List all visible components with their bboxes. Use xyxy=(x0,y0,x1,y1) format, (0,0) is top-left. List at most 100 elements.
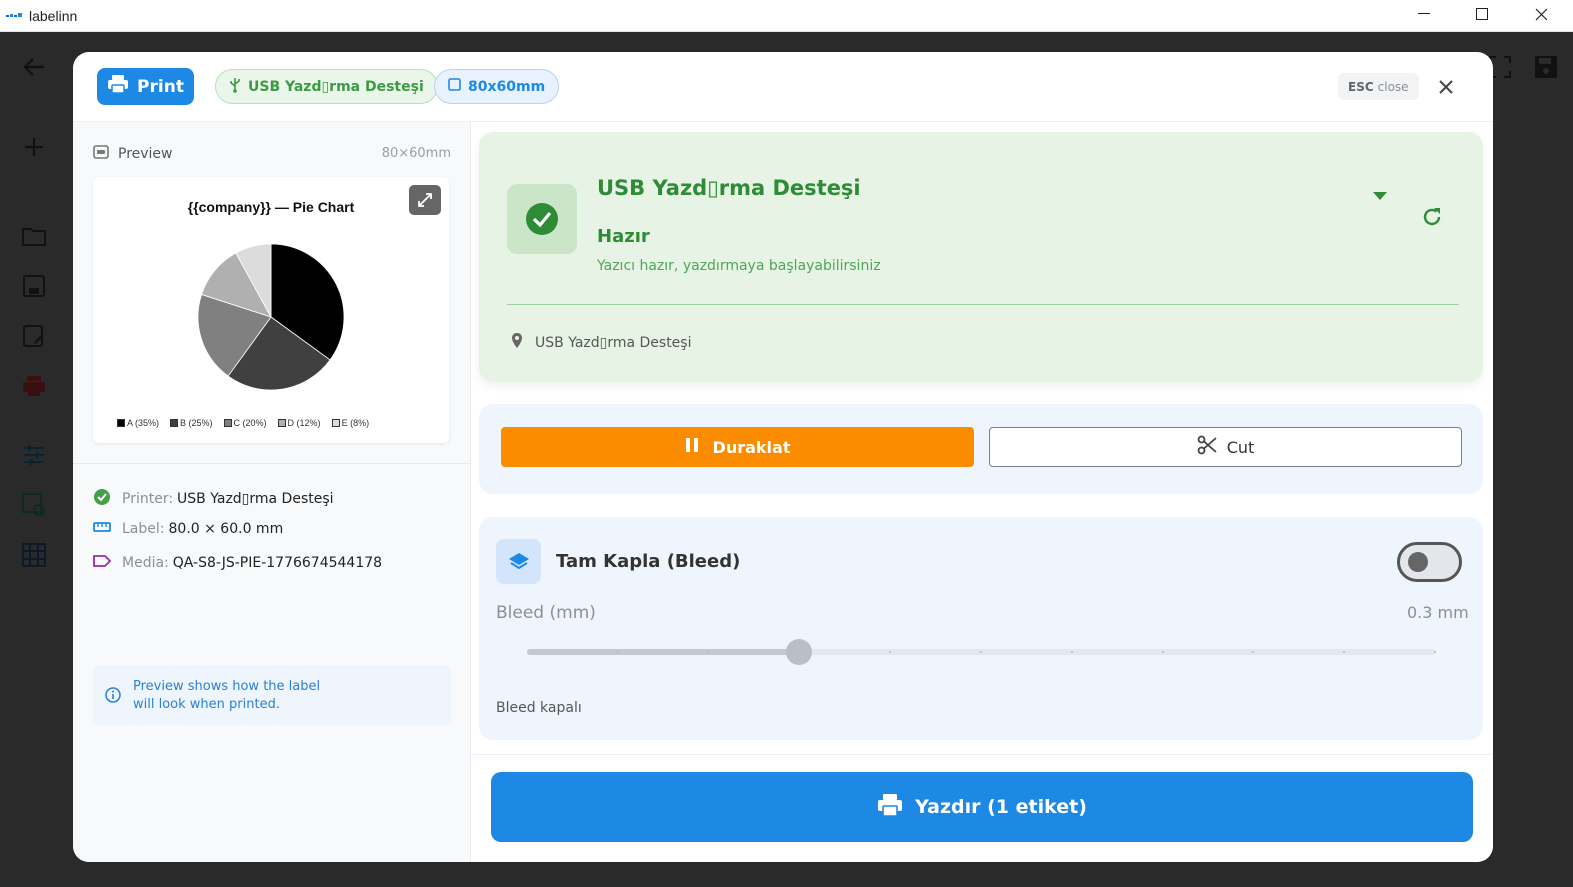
legend-label: C (20%) xyxy=(233,418,267,428)
esc-hint-text: close xyxy=(1377,79,1409,94)
location-pin-icon xyxy=(511,332,523,353)
printer-nav-icon[interactable] xyxy=(19,371,49,401)
slider-tick xyxy=(1343,651,1346,653)
bleed-slider-fill xyxy=(527,649,800,655)
bleed-slider[interactable] xyxy=(527,639,1436,665)
check-circle-icon xyxy=(526,203,558,235)
status-location-text: USB Yazd▯rma Desteşi xyxy=(535,334,692,351)
status-state: Hazır xyxy=(597,226,650,247)
slider-tick xyxy=(1252,651,1255,653)
legend-label: B (25%) xyxy=(180,418,213,428)
status-description: Yazıcı hazır, yazdırmaya başlayabilirsin… xyxy=(597,258,881,274)
printer-icon xyxy=(877,793,903,822)
left-divider xyxy=(73,463,471,464)
legend-item: C (20%) xyxy=(223,418,267,428)
slider-tick xyxy=(889,651,892,653)
preview-tip-line2: will look when printed. xyxy=(133,697,280,712)
slider-tick xyxy=(1070,651,1073,653)
legend-label: D (12%) xyxy=(287,418,321,428)
legend-swatch xyxy=(117,419,125,427)
save-icon[interactable] xyxy=(19,271,49,301)
bleed-title: Tam Kapla (Bleed) xyxy=(556,551,741,572)
print-submit-button[interactable]: Yazdır (1 etiket) xyxy=(491,772,1473,842)
info-media: Media: QA-S8-JS-PIE-1776674544178 xyxy=(93,555,382,571)
esc-key: ESC xyxy=(1348,79,1374,94)
expand-preview-button[interactable] xyxy=(409,185,441,215)
tag-icon xyxy=(93,555,112,571)
label-preview: {{company}} — Pie Chart A (35%) B (25%) … xyxy=(93,177,449,443)
preview-label: Preview xyxy=(118,145,173,162)
dropdown-caret-icon[interactable] xyxy=(1373,185,1387,204)
data-source-icon[interactable] xyxy=(19,490,49,520)
print-divider xyxy=(471,754,1493,755)
maximize-button[interactable] xyxy=(1459,0,1505,28)
ruler-icon xyxy=(93,521,111,537)
legend-label: A (35%) xyxy=(127,418,160,428)
check-circle-icon xyxy=(93,488,111,510)
save-top-icon[interactable] xyxy=(1531,52,1561,82)
legend-swatch xyxy=(170,419,179,427)
info-label-key: Label: xyxy=(122,521,165,537)
preview-header: Preview 80×60mm xyxy=(93,144,451,163)
info-printer: Printer: USB Yazd▯rma Desteşi xyxy=(93,488,334,510)
scissors-icon xyxy=(1197,435,1217,459)
legend-item: D (12%) xyxy=(277,418,321,428)
cut-button[interactable]: Cut xyxy=(989,427,1462,467)
window-title: labelinn xyxy=(29,7,78,24)
save-as-icon[interactable] xyxy=(19,321,49,351)
legend-label: E (8%) xyxy=(341,418,370,428)
refresh-icon[interactable] xyxy=(1421,206,1443,232)
print-dialog: Print USB Yazd▯rma Desteşi 80x60mm ESC c… xyxy=(73,52,1493,862)
printer-status-card[interactable]: USB Yazd▯rma Desteşi Hazır Yazıcı hazır,… xyxy=(479,132,1483,382)
preview-tip: Preview shows how the label will look wh… xyxy=(93,665,451,725)
app-logo-icon xyxy=(6,11,22,21)
slider-tick xyxy=(980,651,982,653)
printer-chip-label: USB Yazd▯rma Desteşi xyxy=(248,78,424,95)
cut-label: Cut xyxy=(1226,437,1255,457)
pie-chart-svg xyxy=(197,243,345,391)
preview-size: 80×60mm xyxy=(381,146,451,161)
folder-icon[interactable] xyxy=(19,221,49,251)
pause-button[interactable]: Duraklat xyxy=(501,427,974,467)
printer-actions: Duraklat Cut xyxy=(479,404,1483,494)
bleed-toggle[interactable] xyxy=(1397,542,1462,582)
printer-chip[interactable]: USB Yazd▯rma Desteşi xyxy=(215,69,438,104)
chart-legend: A (35%) B (25%) C (20%) D (12%) E (8%) xyxy=(117,418,369,428)
bleed-status: Bleed kapalı xyxy=(496,700,582,716)
expand-icon xyxy=(418,193,432,207)
pie-chart xyxy=(196,242,346,392)
bleed-value: 0.3 mm xyxy=(1407,603,1469,622)
esc-hint: ESC close xyxy=(1338,73,1419,100)
status-location: USB Yazd▯rma Desteşi xyxy=(511,332,691,353)
minimize-button[interactable] xyxy=(1401,0,1447,28)
print-submit-label: Yazdır (1 etiket) xyxy=(915,796,1087,818)
window-close-button[interactable] xyxy=(1518,0,1564,28)
info-printer-key: Printer: xyxy=(122,491,174,507)
slider-tick xyxy=(707,651,710,653)
chart-title: {{company}} — Pie Chart xyxy=(187,199,355,215)
legend-swatch xyxy=(277,419,286,427)
grid-icon[interactable] xyxy=(19,540,49,570)
status-icon-box xyxy=(507,184,577,254)
preview-tip-line1: Preview shows how the label xyxy=(133,679,321,694)
usb-icon xyxy=(229,77,241,97)
legend-item: A (35%) xyxy=(117,418,159,428)
slider-tick xyxy=(1434,651,1436,653)
info-label: Label: 80.0 × 60.0 mm xyxy=(93,521,283,537)
status-divider xyxy=(507,304,1459,305)
close-dialog-button[interactable] xyxy=(1433,74,1459,100)
info-label-value: 80.0 × 60.0 mm xyxy=(168,521,284,537)
size-chip[interactable]: 80x60mm xyxy=(434,69,560,104)
pause-label: Duraklat xyxy=(712,437,791,457)
info-media-value: QA-S8-JS-PIE-1776674544178 xyxy=(172,555,383,571)
sliders-icon[interactable] xyxy=(19,440,49,470)
legend-swatch xyxy=(223,419,232,427)
legend-item: E (8%) xyxy=(331,418,370,428)
bleed-toggle-knob xyxy=(1408,552,1428,572)
preview-panel: Preview 80×60mm {{company}} — Pie Chart … xyxy=(73,122,471,862)
info-icon xyxy=(105,687,121,707)
layers-icon xyxy=(496,539,541,584)
add-icon[interactable] xyxy=(19,132,49,162)
back-arrow-icon[interactable] xyxy=(19,52,49,82)
print-tab-button[interactable]: Print xyxy=(97,68,194,105)
